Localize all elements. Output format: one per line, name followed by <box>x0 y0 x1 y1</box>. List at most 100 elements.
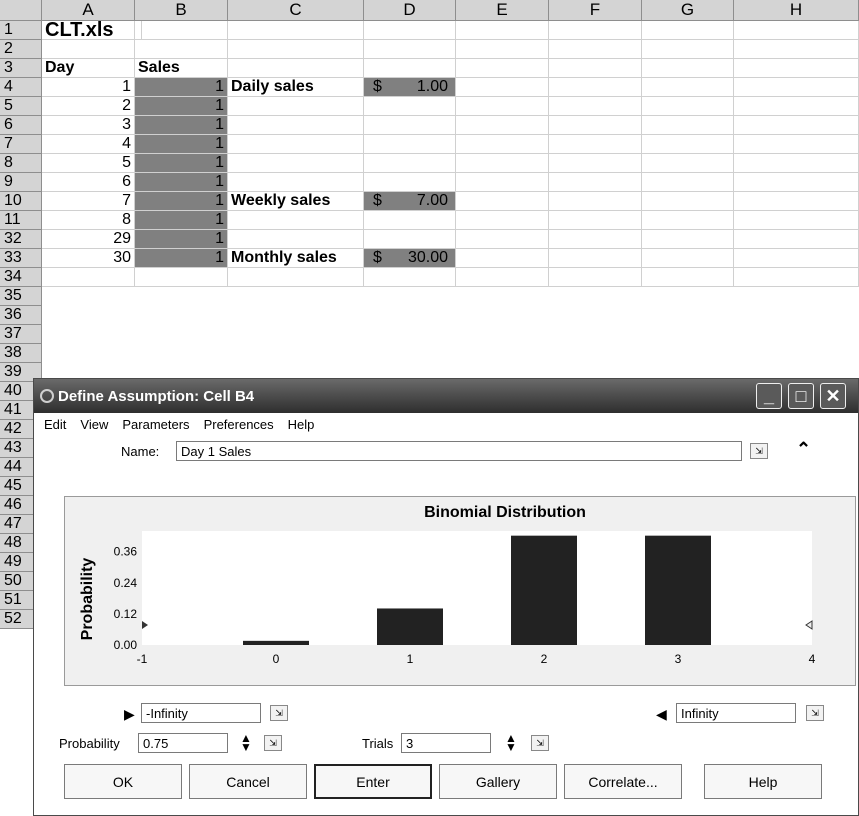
trials-input[interactable]: 3 <box>401 733 491 753</box>
trials-spinner[interactable]: ▲ ▼ <box>498 732 524 753</box>
collapse-chart-button[interactable]: ⌃ <box>796 439 811 460</box>
cell[interactable] <box>642 268 734 287</box>
select-all-corner[interactable] <box>0 0 42 21</box>
cell[interactable] <box>228 154 364 173</box>
cell[interactable] <box>364 97 456 116</box>
trials-cell-select-button[interactable]: ⇲ <box>531 735 549 751</box>
cell-d10-weekly-value[interactable]: $7.00 <box>364 192 456 211</box>
cell[interactable] <box>456 21 549 40</box>
left-bound-cell-select-button[interactable]: ⇲ <box>270 705 288 721</box>
row-header[interactable]: 35 <box>0 287 42 306</box>
cell-sales-value[interactable]: 1 <box>135 135 228 154</box>
cell[interactable] <box>135 21 228 40</box>
cell-a1-title[interactable]: CLT.xls <box>42 19 142 41</box>
cell-sales-value[interactable]: 1 <box>135 211 228 230</box>
cell[interactable] <box>456 97 549 116</box>
cell[interactable] <box>456 249 549 268</box>
cell[interactable] <box>734 135 859 154</box>
cell[interactable] <box>549 192 642 211</box>
cell[interactable] <box>228 268 364 287</box>
row-header[interactable]: 9 <box>0 173 42 192</box>
cell[interactable] <box>456 230 549 249</box>
cell-day-value[interactable]: 6 <box>42 173 135 192</box>
cell-sales-value[interactable]: 1 <box>135 78 228 97</box>
cell-sales-value[interactable]: 1 <box>135 173 228 192</box>
cell[interactable] <box>734 268 859 287</box>
probability-input[interactable]: 0.75 <box>138 733 228 753</box>
cell[interactable] <box>642 192 734 211</box>
gallery-button[interactable]: Gallery <box>439 764 557 799</box>
cell[interactable] <box>734 211 859 230</box>
row-header[interactable]: 7 <box>0 135 42 154</box>
cell[interactable] <box>642 211 734 230</box>
cell[interactable] <box>734 249 859 268</box>
cell[interactable] <box>456 135 549 154</box>
cell[interactable] <box>734 230 859 249</box>
cell-sales-value[interactable]: 1 <box>135 249 228 268</box>
row-header[interactable]: 3 <box>0 59 42 78</box>
cell[interactable] <box>734 97 859 116</box>
cell[interactable] <box>734 78 859 97</box>
cell[interactable] <box>135 40 228 59</box>
cell[interactable] <box>549 249 642 268</box>
cell[interactable] <box>642 59 734 78</box>
right-bound-cell-select-button[interactable]: ⇲ <box>806 705 824 721</box>
cell[interactable] <box>549 97 642 116</box>
column-header-c[interactable]: C <box>228 0 364 21</box>
cell[interactable] <box>228 230 364 249</box>
cell[interactable] <box>549 135 642 154</box>
row-header[interactable]: 38 <box>0 344 42 363</box>
cell[interactable] <box>734 192 859 211</box>
cell[interactable] <box>456 116 549 135</box>
cell[interactable] <box>642 78 734 97</box>
cell[interactable] <box>228 116 364 135</box>
cell-c4-daily-label[interactable]: Daily sales <box>228 78 364 97</box>
row-header[interactable]: 2 <box>0 40 42 59</box>
name-cell-select-button[interactable]: ⇲ <box>750 443 768 459</box>
column-header-e[interactable]: E <box>456 0 549 21</box>
cell[interactable] <box>642 116 734 135</box>
cell[interactable] <box>135 268 228 287</box>
column-header-h[interactable]: H <box>734 0 859 21</box>
row-header[interactable]: 5 <box>0 97 42 116</box>
cell[interactable] <box>642 40 734 59</box>
row-header[interactable]: 10 <box>0 192 42 211</box>
cell[interactable] <box>642 135 734 154</box>
cell-day-value[interactable]: 1 <box>42 78 135 97</box>
cell[interactable] <box>549 173 642 192</box>
probability-cell-select-button[interactable]: ⇲ <box>264 735 282 751</box>
row-header[interactable]: 11 <box>0 211 42 230</box>
row-header[interactable]: 1 <box>0 21 42 40</box>
cell-sales-value[interactable]: 1 <box>135 192 228 211</box>
cell[interactable] <box>228 173 364 192</box>
cell[interactable] <box>549 78 642 97</box>
cell-d33-monthly-value[interactable]: $30.00 <box>364 249 456 268</box>
cell[interactable] <box>734 59 859 78</box>
cell[interactable] <box>228 21 364 40</box>
enter-button[interactable]: Enter <box>314 764 432 799</box>
cell[interactable] <box>228 40 364 59</box>
cell-sales-value[interactable]: 1 <box>135 154 228 173</box>
row-header[interactable]: 32 <box>0 230 42 249</box>
cell-day-value[interactable]: 5 <box>42 154 135 173</box>
row-header[interactable]: 37 <box>0 325 42 344</box>
cell-sales-value[interactable]: 1 <box>135 230 228 249</box>
cell[interactable] <box>228 211 364 230</box>
cell[interactable] <box>364 135 456 154</box>
cell[interactable] <box>642 97 734 116</box>
column-header-d[interactable]: D <box>364 0 456 21</box>
cell[interactable] <box>549 268 642 287</box>
row-header[interactable]: 8 <box>0 154 42 173</box>
cell[interactable] <box>734 173 859 192</box>
cell[interactable] <box>364 21 456 40</box>
cell-day-value[interactable]: 2 <box>42 97 135 116</box>
cell[interactable] <box>364 59 456 78</box>
cell[interactable] <box>456 40 549 59</box>
cell[interactable] <box>642 21 734 40</box>
row-header[interactable]: 4 <box>0 78 42 97</box>
cell-sales-value[interactable]: 1 <box>135 97 228 116</box>
menu-preferences[interactable]: Preferences <box>204 417 274 432</box>
name-input[interactable]: Day 1 Sales <box>176 441 742 461</box>
cell[interactable] <box>734 116 859 135</box>
row-header[interactable]: 6 <box>0 116 42 135</box>
